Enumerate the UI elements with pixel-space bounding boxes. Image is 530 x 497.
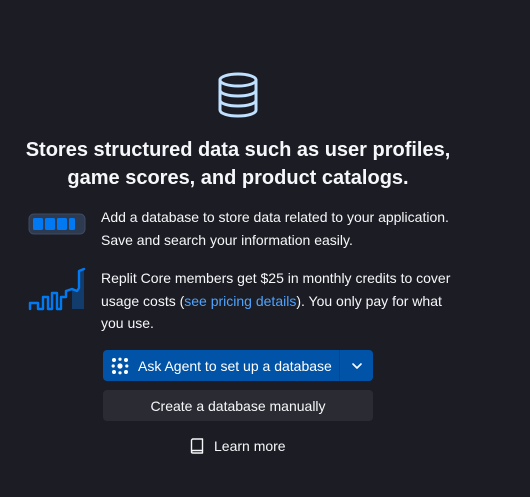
learn-more-label: Learn more: [214, 438, 286, 454]
chevron-down-icon: [351, 362, 362, 369]
see-pricing-details-link[interactable]: see pricing details: [184, 293, 296, 309]
book-icon: [190, 438, 204, 454]
database-empty-state: Stores structured data such as user prof…: [0, 0, 530, 497]
feature-storage-text: Add a database to store data related to …: [101, 209, 449, 248]
ask-agent-label: Ask Agent to set up a database: [138, 357, 332, 374]
create-database-manually-label: Create a database manually: [150, 397, 326, 414]
usage-chart-illustration: [28, 267, 86, 311]
database-icon: [218, 72, 258, 118]
create-database-manually-button[interactable]: Create a database manually: [103, 390, 373, 421]
ask-agent-button[interactable]: Ask Agent to set up a database: [103, 350, 339, 381]
ask-agent-split-button: Ask Agent to set up a database: [103, 350, 373, 381]
agent-options-dropdown[interactable]: [340, 350, 373, 381]
feature-pricing-text: Replit Core members get $25 in monthly c…: [101, 267, 461, 335]
page-headline: Stores structured data such as user prof…: [25, 139, 451, 189]
agent-icon: [111, 357, 129, 374]
storage-bar-illustration: [28, 213, 86, 235]
learn-more-link[interactable]: Learn more: [190, 436, 286, 456]
